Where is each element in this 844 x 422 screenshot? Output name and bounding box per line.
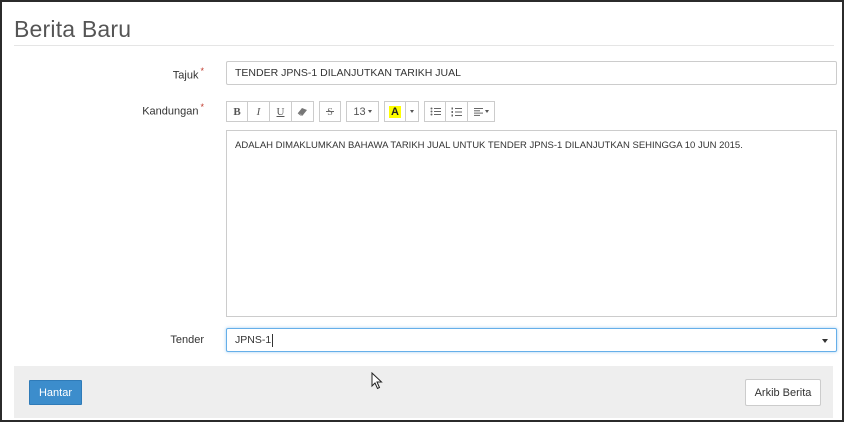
chevron-down-icon	[410, 110, 414, 113]
font-color-icon: A	[389, 105, 401, 118]
strikethrough-button[interactable]: S	[319, 101, 341, 122]
tajuk-input[interactable]: TENDER JPNS-1 DILANJUTKAN TARIKH JUAL	[226, 61, 837, 85]
tajuk-required-mark: *	[200, 66, 204, 76]
title-divider	[14, 45, 834, 46]
chevron-down-icon	[484, 110, 489, 113]
mouse-cursor-icon	[371, 372, 383, 390]
underline-button[interactable]: U	[270, 101, 292, 122]
font-color-button[interactable]: A	[384, 101, 406, 122]
bold-icon: B	[233, 105, 241, 118]
content-editor-text: ADALAH DIMAKLUMKAN BAHAWA TARIKH JUAL UN…	[235, 140, 743, 151]
chevron-down-icon	[822, 339, 828, 343]
paragraph-align-dropdown[interactable]	[468, 101, 495, 122]
bullet-list-button[interactable]	[424, 101, 446, 122]
tender-select-value: JPNS-1	[235, 334, 272, 346]
chevron-down-icon	[367, 110, 372, 113]
kandungan-label-text: Kandungan	[142, 105, 199, 118]
strike-group: S	[319, 101, 341, 122]
strikethrough-icon: S	[326, 107, 334, 117]
align-left-icon	[473, 107, 483, 116]
font-size-group: 13	[346, 101, 379, 122]
page-title: Berita Baru	[14, 16, 132, 42]
bullet-list-icon	[430, 107, 441, 116]
font-size-value: 13	[353, 105, 366, 118]
archive-button[interactable]: Arkib Berita	[745, 379, 821, 406]
text-caret	[272, 333, 274, 347]
submit-button[interactable]: Hantar	[29, 380, 82, 405]
italic-button[interactable]: I	[248, 101, 270, 122]
tajuk-input-value: TENDER JPNS-1 DILANJUTKAN TARIKH JUAL	[235, 67, 461, 79]
font-size-dropdown[interactable]: 13	[346, 101, 379, 122]
tajuk-label: Tajuk *	[122, 66, 204, 82]
font-color-group: A	[384, 101, 419, 122]
italic-icon: I	[256, 105, 261, 118]
editor-toolbar: B I U S 13 A	[226, 101, 500, 122]
eraser-icon	[297, 108, 307, 116]
numbered-list-button[interactable]	[446, 101, 468, 122]
kandungan-label: Kandungan *	[112, 102, 204, 118]
numbered-list-icon	[451, 107, 462, 116]
tajuk-label-text: Tajuk	[172, 69, 199, 82]
form-actions-bar: Hantar Arkib Berita	[14, 366, 833, 418]
content-editor[interactable]: ADALAH DIMAKLUMKAN BAHAWA TARIKH JUAL UN…	[226, 130, 837, 317]
bold-button[interactable]: B	[226, 101, 248, 122]
paragraph-group	[424, 101, 495, 122]
tender-select[interactable]: JPNS-1	[226, 328, 837, 352]
kandungan-required-mark: *	[200, 102, 204, 112]
clear-format-button[interactable]	[292, 101, 314, 122]
text-style-group: B I U	[226, 101, 314, 122]
window-frame: Berita Baru Tajuk * TENDER JPNS-1 DILANJU…	[0, 0, 844, 422]
tender-label: Tender	[170, 334, 204, 346]
underline-icon: U	[276, 105, 285, 118]
font-color-dropdown[interactable]	[406, 101, 419, 122]
